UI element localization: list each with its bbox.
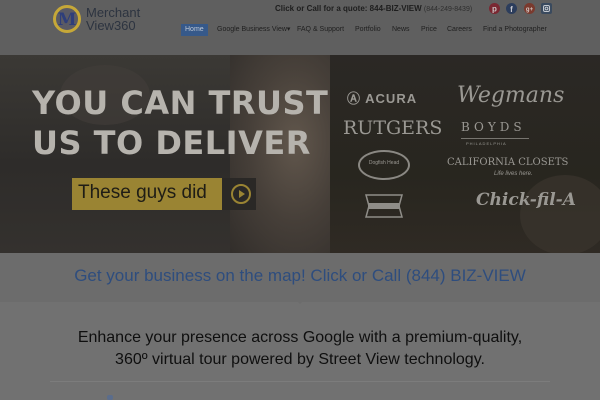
brand-logo-acura: Ⓐ ACURA [347,91,418,106]
quote-callout[interactable]: Click or Call for a quote: 844-BIZ-VIEW … [275,4,472,13]
cta-label: These guys did [78,182,207,203]
cta-arrow-button[interactable] [222,178,256,210]
nav-portfolio[interactable]: Portfolio [355,24,381,36]
these-guys-did-button[interactable]: These guys did [72,178,222,210]
instagram-icon[interactable] [541,3,552,14]
nav-faq-support[interactable]: FAQ & Support [297,24,344,36]
partial-icon [107,395,113,400]
acura-mark-icon: Ⓐ [347,91,362,106]
harley-davidson-logo-icon [363,192,405,220]
logo-subtitle: View360 [86,18,136,33]
brand-logo-rutgers: RUTGERS [343,117,443,139]
get-on-map-link[interactable]: Get your business on the map! Click or C… [0,266,600,286]
arrow-right-circle-icon [231,184,251,204]
facebook-icon[interactable]: f [506,3,517,14]
svg-text:f: f [510,5,513,14]
hero-headline-line1: YOU CAN TRUST [32,84,329,122]
brand-logo-wegmans: Wegmans [457,83,565,108]
brand-logo-dogfish: Dogfish Head [358,150,410,180]
quote-phone-digits: (844-249-8439) [423,6,473,13]
site-logo[interactable]: M Merchant View360 [53,5,148,35]
hero-bokeh [520,175,600,253]
logo-mark: M [53,5,81,33]
nav-news[interactable]: News [392,24,410,36]
nav-google-business-view[interactable]: Google Business View▾ [217,24,290,36]
section-divider-arrow [296,300,304,304]
nav-careers[interactable]: Careers [447,24,472,36]
nav-home[interactable]: Home [181,24,208,36]
nav-price[interactable]: Price [421,24,437,36]
brand-logo-boyds: BOYDS [461,120,526,134]
nav-find-photographer[interactable]: Find a Photographer [483,24,547,36]
brand-logo-california-closets-tagline: Life lives here. [494,171,533,177]
svg-text:g+: g+ [526,7,534,13]
intro-text-line1: Enhance your presence across Google with… [77,329,523,346]
hero-headline-line2: US TO DELIVER [32,124,311,162]
brand-logo-chick-fil-a: Chick-fil-A [476,190,576,210]
pinterest-icon[interactable]: p [489,3,500,14]
divider [50,381,550,382]
hero-banner: YOU CAN TRUST US TO DELIVER These guys d… [0,55,600,253]
site-header: M Merchant View360 Click or Call for a q… [0,0,600,55]
chevron-down-icon: ▾ [286,26,291,33]
svg-text:p: p [492,5,497,14]
brand-logo-california-closets: CALIFORNIA CLOSETS [447,157,569,168]
intro-text-line2: 360º virtual tour powered by Street View… [115,351,485,368]
divider [461,138,529,139]
brand-logo-boyds-subtitle: PHILADELPHIA [466,141,507,146]
quote-text: Click or Call for a quote: 844-BIZ-VIEW [275,4,422,13]
google-plus-icon[interactable]: g+ [524,3,535,14]
